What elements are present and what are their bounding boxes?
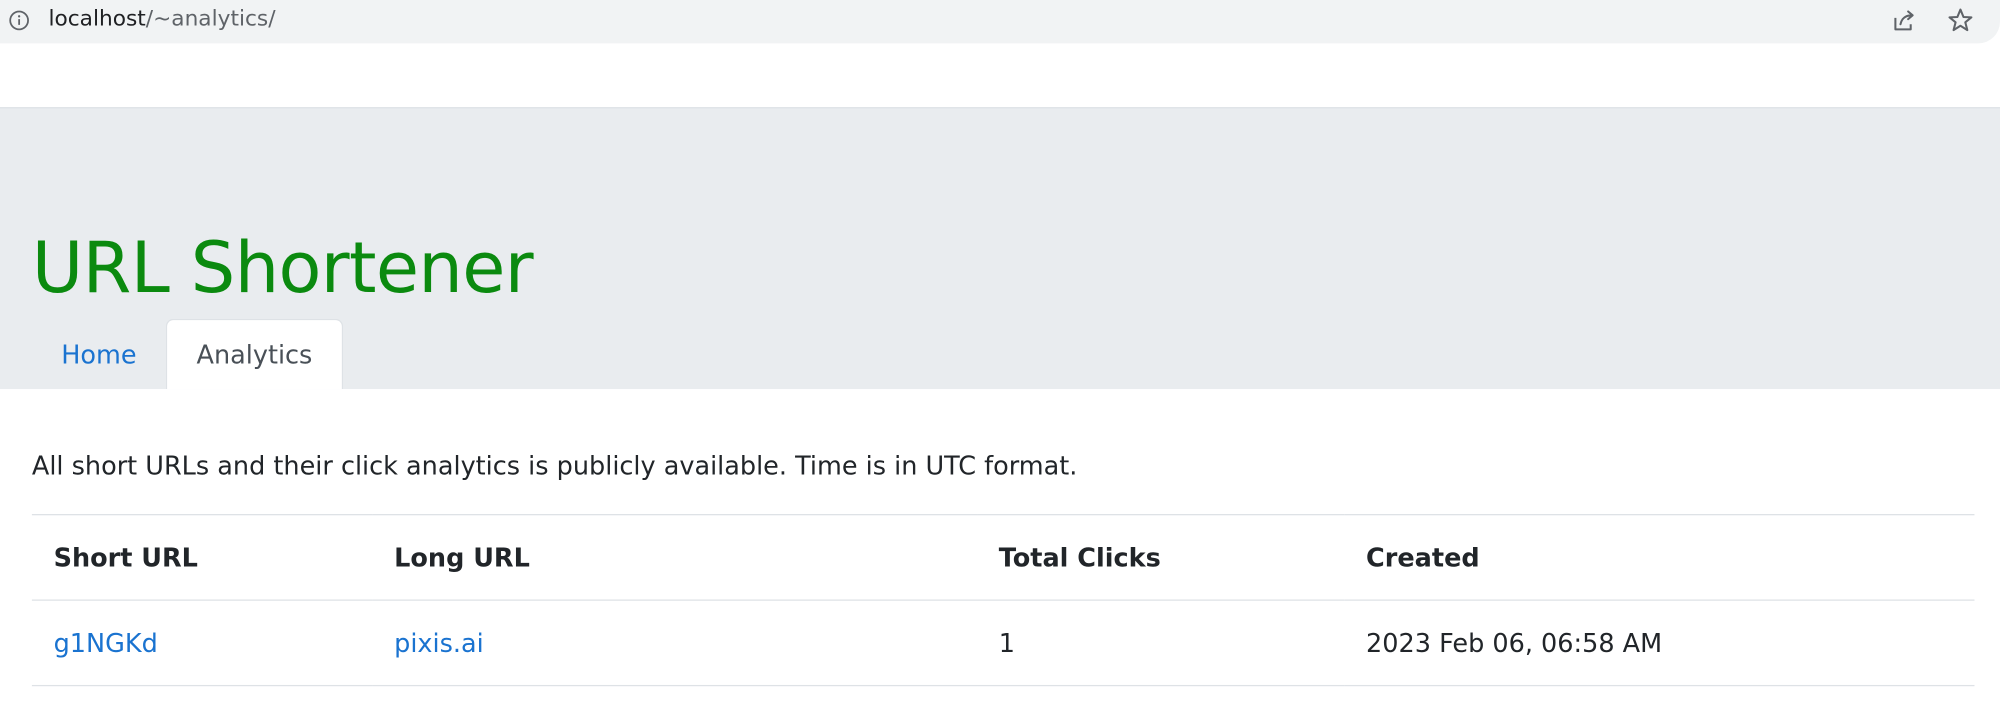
table-header-row: Short URL Long URL Total Clicks Created	[31, 514, 1975, 601]
cell-short-url: g1NGKd	[31, 599, 373, 687]
short-url-link[interactable]: g1NGKd	[54, 628, 158, 659]
share-icon[interactable]	[1890, 6, 1918, 34]
table-row: g1NGKd pixis.ai 1 2023 Feb 06, 06:58 AM	[31, 599, 1975, 687]
cell-total-clicks: 1	[977, 599, 1345, 687]
tab-analytics[interactable]: Analytics	[165, 318, 343, 390]
cell-created: 2023 Feb 06, 06:58 AM	[1344, 599, 1975, 687]
url-path: /~analytics/	[145, 6, 276, 32]
analytics-table: Short URL Long URL Total Clicks Created …	[31, 514, 1975, 687]
url-host: localhost	[48, 6, 146, 32]
intro-text: All short URLs and their click analytics…	[31, 450, 1078, 481]
bookmark-star-icon[interactable]	[1946, 6, 1974, 34]
column-header-short-url: Short URL	[31, 514, 373, 601]
page-header: URL Shortener Home Analytics	[0, 107, 2000, 390]
cell-long-url: pixis.ai	[372, 599, 978, 687]
long-url-link[interactable]: pixis.ai	[394, 628, 484, 659]
info-icon[interactable]	[9, 10, 29, 31]
column-header-long-url: Long URL	[372, 514, 978, 601]
column-header-created: Created	[1344, 514, 1975, 601]
browser-address-bar[interactable]: localhost/~analytics/	[0, 0, 2000, 44]
tab-home[interactable]: Home	[32, 320, 166, 389]
page-title: URL Shortener	[31, 227, 534, 309]
column-header-total-clicks: Total Clicks	[977, 514, 1345, 601]
page: localhost/~analytics/ URL Shortener Home…	[0, 0, 2000, 707]
address-bar-url[interactable]: localhost/~analytics/	[48, 5, 275, 33]
nav-tabs: Home Analytics	[32, 318, 343, 390]
